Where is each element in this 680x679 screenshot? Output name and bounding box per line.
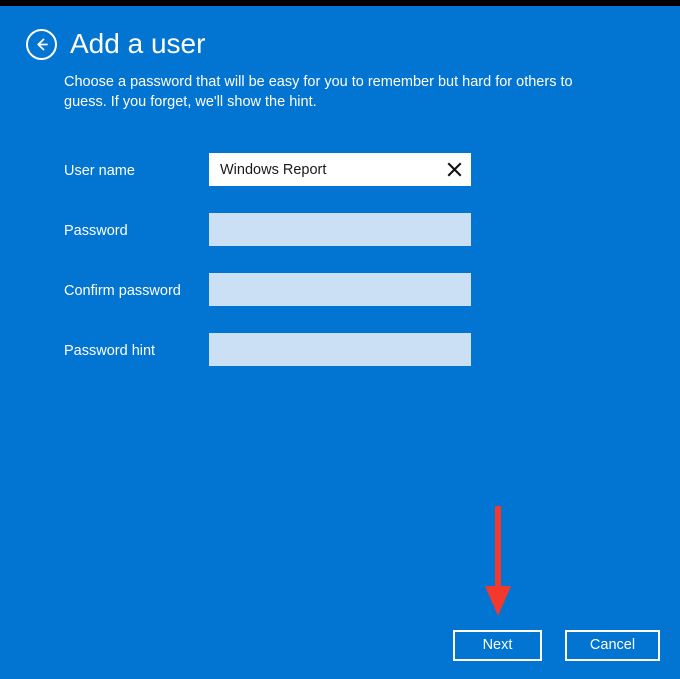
user-name-value: Windows Report <box>220 161 327 178</box>
close-x-icon[interactable] <box>437 153 471 186</box>
dialog-footer: Next Cancel <box>453 630 660 661</box>
form-row-password: Password <box>0 207 680 267</box>
dialog-header: Add a user <box>26 28 205 60</box>
password-hint-input[interactable] <box>209 333 471 366</box>
password-input[interactable] <box>209 213 471 246</box>
down-arrow-annotation-icon <box>478 506 518 618</box>
field-label-password-hint: Password hint <box>64 343 156 359</box>
add-user-dialog: Add a user Choose a password that will b… <box>0 6 680 679</box>
screenshot-root: Add a user Choose a password that will b… <box>0 0 680 679</box>
next-button[interactable]: Next <box>453 630 542 661</box>
back-arrow-circle-icon[interactable] <box>26 28 57 60</box>
page-title: Add a user <box>70 28 206 59</box>
field-label-confirm-password: Confirm password <box>64 283 181 299</box>
form-row-confirm-password: Confirm password <box>0 267 680 327</box>
form-row-user-name: User name Windows Report <box>0 147 680 207</box>
dialog-description: Choose a password that will be easy for … <box>64 74 573 110</box>
user-form: User name Windows Report Password Confir… <box>0 147 680 387</box>
cancel-button[interactable]: Cancel <box>565 630 660 661</box>
form-row-password-hint: Password hint <box>0 327 680 387</box>
user-name-input[interactable]: Windows Report <box>209 153 471 186</box>
field-label-user-name: User name <box>64 163 135 179</box>
field-label-password: Password <box>64 223 128 239</box>
confirm-password-input[interactable] <box>209 273 471 306</box>
